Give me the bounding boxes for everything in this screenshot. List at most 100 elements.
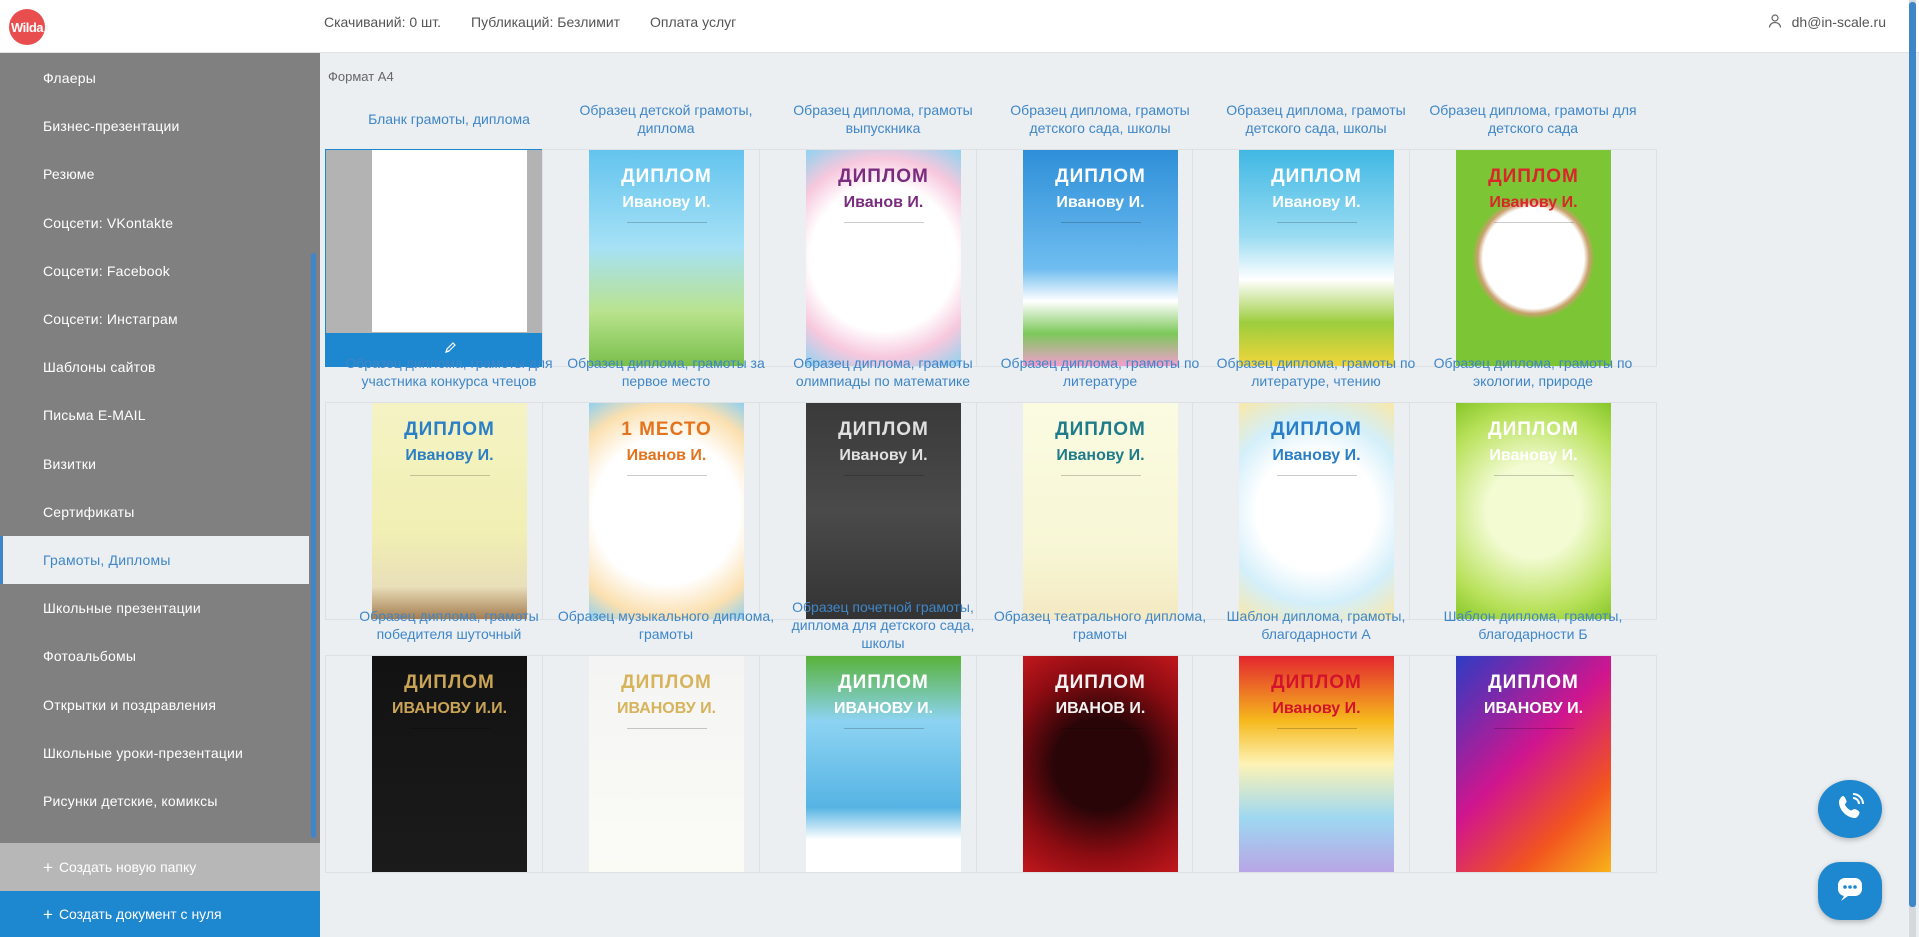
template-card[interactable]: Образец диплома, грамоты по литературе ДИ…: [976, 342, 1224, 620]
template-title-link[interactable]: Образец диплома, грамоты олимпиады по ма…: [759, 342, 1007, 402]
template-card[interactable]: Образец диплома, грамоты для участника к…: [325, 342, 573, 620]
preview-divider: [626, 222, 707, 223]
template-card[interactable]: Образец почетной грамоты, диплома для де…: [759, 595, 1007, 873]
preview-recipient: ИВАНОВ И.: [1055, 700, 1146, 717]
template-title-link[interactable]: Образец детской грамоты, диплома: [542, 89, 790, 149]
sidebar-item-label: Рисунки детские, комиксы: [43, 792, 218, 809]
template-title-link[interactable]: Образец почетной грамоты, диплома для де…: [759, 595, 1007, 655]
template-card[interactable]: Образец диплома, грамоты для детского са…: [1409, 89, 1657, 367]
template-card[interactable]: Образец диплома, грамоты выпускника ДИПЛО…: [759, 89, 1007, 367]
template-thumbnail[interactable]: ДИПЛОМ Иванов И.: [759, 149, 1007, 367]
template-card[interactable]: Образец диплома, грамоты за первое место…: [542, 342, 790, 620]
create-document-button[interactable]: + Создать документ с нуля: [0, 891, 320, 937]
preview-heading: ДИПЛОМ: [1055, 166, 1146, 187]
template-card[interactable]: Образец диплома, грамоты олимпиады по ма…: [759, 342, 1007, 620]
template-card[interactable]: Шаблон диплома, грамоты, благодарности А…: [1192, 595, 1440, 873]
sidebar-item[interactable]: Флаеры: [0, 54, 309, 102]
template-thumbnail[interactable]: ДИПЛОМ Иванову И.: [1409, 149, 1657, 367]
user-menu[interactable]: dh@in-scale.ru: [1768, 0, 1886, 44]
template-card[interactable]: Образец музыкального диплома, грамоты ДИП…: [542, 595, 790, 873]
template-thumbnail[interactable]: ДИПЛОМ ИВАНОВУ И.: [1409, 655, 1657, 873]
sidebar-scrollbar[interactable]: [311, 253, 316, 838]
preview-recipient: Иванову И.: [839, 447, 928, 464]
sidebar-item[interactable]: Грамоты, Дипломы: [0, 535, 309, 585]
sidebar-item[interactable]: Соцсети: VKontakte: [0, 199, 309, 247]
template-card[interactable]: Шаблон диплома, грамоты, благодарности Б…: [1409, 595, 1657, 873]
template-card[interactable]: Образец театрального диплома, грамоты ДИП…: [976, 595, 1224, 873]
preview-heading: ДИПЛОМ: [838, 166, 929, 187]
template-thumbnail[interactable]: ДИПЛОМ Иванову И.: [542, 149, 790, 367]
template-thumbnail[interactable]: ДИПЛОМ Иванову И.: [1409, 402, 1657, 620]
payment-link[interactable]: Оплата услуг: [650, 14, 736, 30]
preview-recipient: Иванов И.: [626, 447, 707, 464]
template-card[interactable]: Образец диплома, грамоты по литературе, …: [1192, 342, 1440, 620]
template-thumbnail[interactable]: ДИПЛОМ Иванову И.: [759, 402, 1007, 620]
template-thumbnail[interactable]: ДИПЛОМ ИВАНОВ И.: [976, 655, 1224, 873]
template-thumbnail[interactable]: ДИПЛОМ Иванову И.: [976, 149, 1224, 367]
sidebar-item[interactable]: Соцсети: Инстаграм: [0, 295, 309, 343]
page-scrollbar-thumb[interactable]: [1909, 2, 1916, 907]
template-title-link[interactable]: Шаблон диплома, грамоты, благодарности А: [1192, 595, 1440, 655]
preview-heading: ДИПЛОМ: [838, 672, 929, 693]
sidebar-item[interactable]: Соцсети: Facebook: [0, 247, 309, 295]
preview-recipient: ИВАНОВУ И.: [833, 700, 934, 717]
template-thumbnail[interactable]: ДИПЛОМ Иванову И.: [325, 402, 573, 620]
preview-recipient: Иванову И.: [405, 447, 494, 464]
template-title-link[interactable]: Образец театрального диплома, грамоты: [976, 595, 1224, 655]
template-card[interactable]: Образец диплома, грамоты детского сада, …: [1192, 89, 1440, 367]
preview-divider: [843, 222, 924, 223]
template-title-link[interactable]: Образец диплома, грамоты по литературе, …: [1192, 342, 1440, 402]
preview-recipient: Иванову И.: [1489, 194, 1578, 211]
top-nav: Скачиваний: 0 шт. Публикаций: Безлимит О…: [324, 0, 736, 44]
template-preview: ДИПЛОМ Иванову И.: [806, 403, 961, 619]
sidebar-menu: Флаеры Бизнес-презентации Резюме Соцсети: V…: [0, 54, 309, 825]
sidebar-item[interactable]: Школьные уроки-презентации: [0, 729, 309, 777]
template-thumbnail[interactable]: [325, 149, 573, 367]
phone-callback-button[interactable]: [1818, 780, 1882, 838]
template-title-link[interactable]: Образец диплома, грамоты для участника к…: [325, 342, 573, 402]
template-thumbnail[interactable]: 1 МЕСТО Иванов И.: [542, 402, 790, 620]
template-card[interactable]: Бланк грамоты, диплома: [325, 89, 573, 367]
publications-counter[interactable]: Публикаций: Безлимит: [471, 14, 620, 30]
sidebar-item[interactable]: Открытки и поздравления: [0, 680, 309, 728]
template-title-link[interactable]: Образец диплома, грамоты для детского са…: [1409, 89, 1657, 149]
template-title-link[interactable]: Образец диплома, грамоты победителя шуто…: [325, 595, 573, 655]
template-thumbnail[interactable]: ДИПЛОМ ИВАНОВУ И.: [759, 655, 1007, 873]
template-title-link[interactable]: Образец музыкального диплома, грамоты: [542, 595, 790, 655]
template-title-link[interactable]: Образец диплома, грамоты за первое место: [542, 342, 790, 402]
sidebar-item[interactable]: Фотоальбомы: [0, 632, 309, 680]
wilda-logo[interactable]: Wilda: [9, 9, 45, 45]
create-folder-button[interactable]: + Создать новую папку: [0, 843, 320, 891]
sidebar-item[interactable]: Резюме: [0, 150, 309, 198]
sidebar-item[interactable]: Рисунки детские, комиксы: [0, 777, 309, 825]
sidebar-item[interactable]: Бизнес-презентации: [0, 102, 309, 150]
template-title-link[interactable]: Бланк грамоты, диплома: [325, 89, 573, 149]
template-thumbnail[interactable]: ДИПЛОМ ИВАНОВУ И.И.: [325, 655, 573, 873]
downloads-counter[interactable]: Скачиваний: 0 шт.: [324, 14, 441, 30]
template-card[interactable]: Образец диплома, грамоты детского сада, …: [976, 89, 1224, 367]
template-preview: ДИПЛОМ ИВАНОВУ И.: [806, 656, 961, 872]
template-title-link[interactable]: Шаблон диплома, грамоты, благодарности Б: [1409, 595, 1657, 655]
template-title-link[interactable]: Образец диплома, грамоты детского сада, …: [1192, 89, 1440, 149]
template-thumbnail[interactable]: ДИПЛОМ Иванову И.: [1192, 402, 1440, 620]
template-title-link[interactable]: Образец диплома, грамоты детского сада, …: [976, 89, 1224, 149]
template-title-link[interactable]: Образец диплома, грамоты по экологии, пр…: [1409, 342, 1657, 402]
sidebar-item[interactable]: Школьные презентации: [0, 584, 309, 632]
template-thumbnail[interactable]: ДИПЛОМ Иванову И.: [976, 402, 1224, 620]
template-thumbnail[interactable]: ДИПЛОМ ИВАНОВУ И.: [542, 655, 790, 873]
preview-heading: ДИПЛОМ: [1271, 419, 1362, 440]
sidebar-item[interactable]: Сертификаты: [0, 488, 309, 536]
template-title-link[interactable]: Образец диплома, грамоты по литературе: [976, 342, 1224, 402]
template-thumbnail[interactable]: ДИПЛОМ Иванову И.: [1192, 655, 1440, 873]
sidebar-item[interactable]: Шаблоны сайтов: [0, 343, 309, 391]
sidebar-item[interactable]: Визитки: [0, 440, 309, 488]
preview-heading: ДИПЛОМ: [404, 672, 495, 693]
template-card[interactable]: Образец диплома, грамоты победителя шуто…: [325, 595, 573, 873]
template-card[interactable]: Образец диплома, грамоты по экологии, пр…: [1409, 342, 1657, 620]
template-thumbnail[interactable]: ДИПЛОМ Иванову И.: [1192, 149, 1440, 367]
sidebar-item[interactable]: Письма E-MAIL: [0, 391, 309, 439]
template-title-link[interactable]: Образец диплома, грамоты выпускника: [759, 89, 1007, 149]
template-preview: ДИПЛОМ Иванову И.: [372, 403, 527, 619]
chat-button[interactable]: [1818, 862, 1882, 920]
template-card[interactable]: Образец детской грамоты, диплома ДИПЛОМ Ив…: [542, 89, 790, 367]
